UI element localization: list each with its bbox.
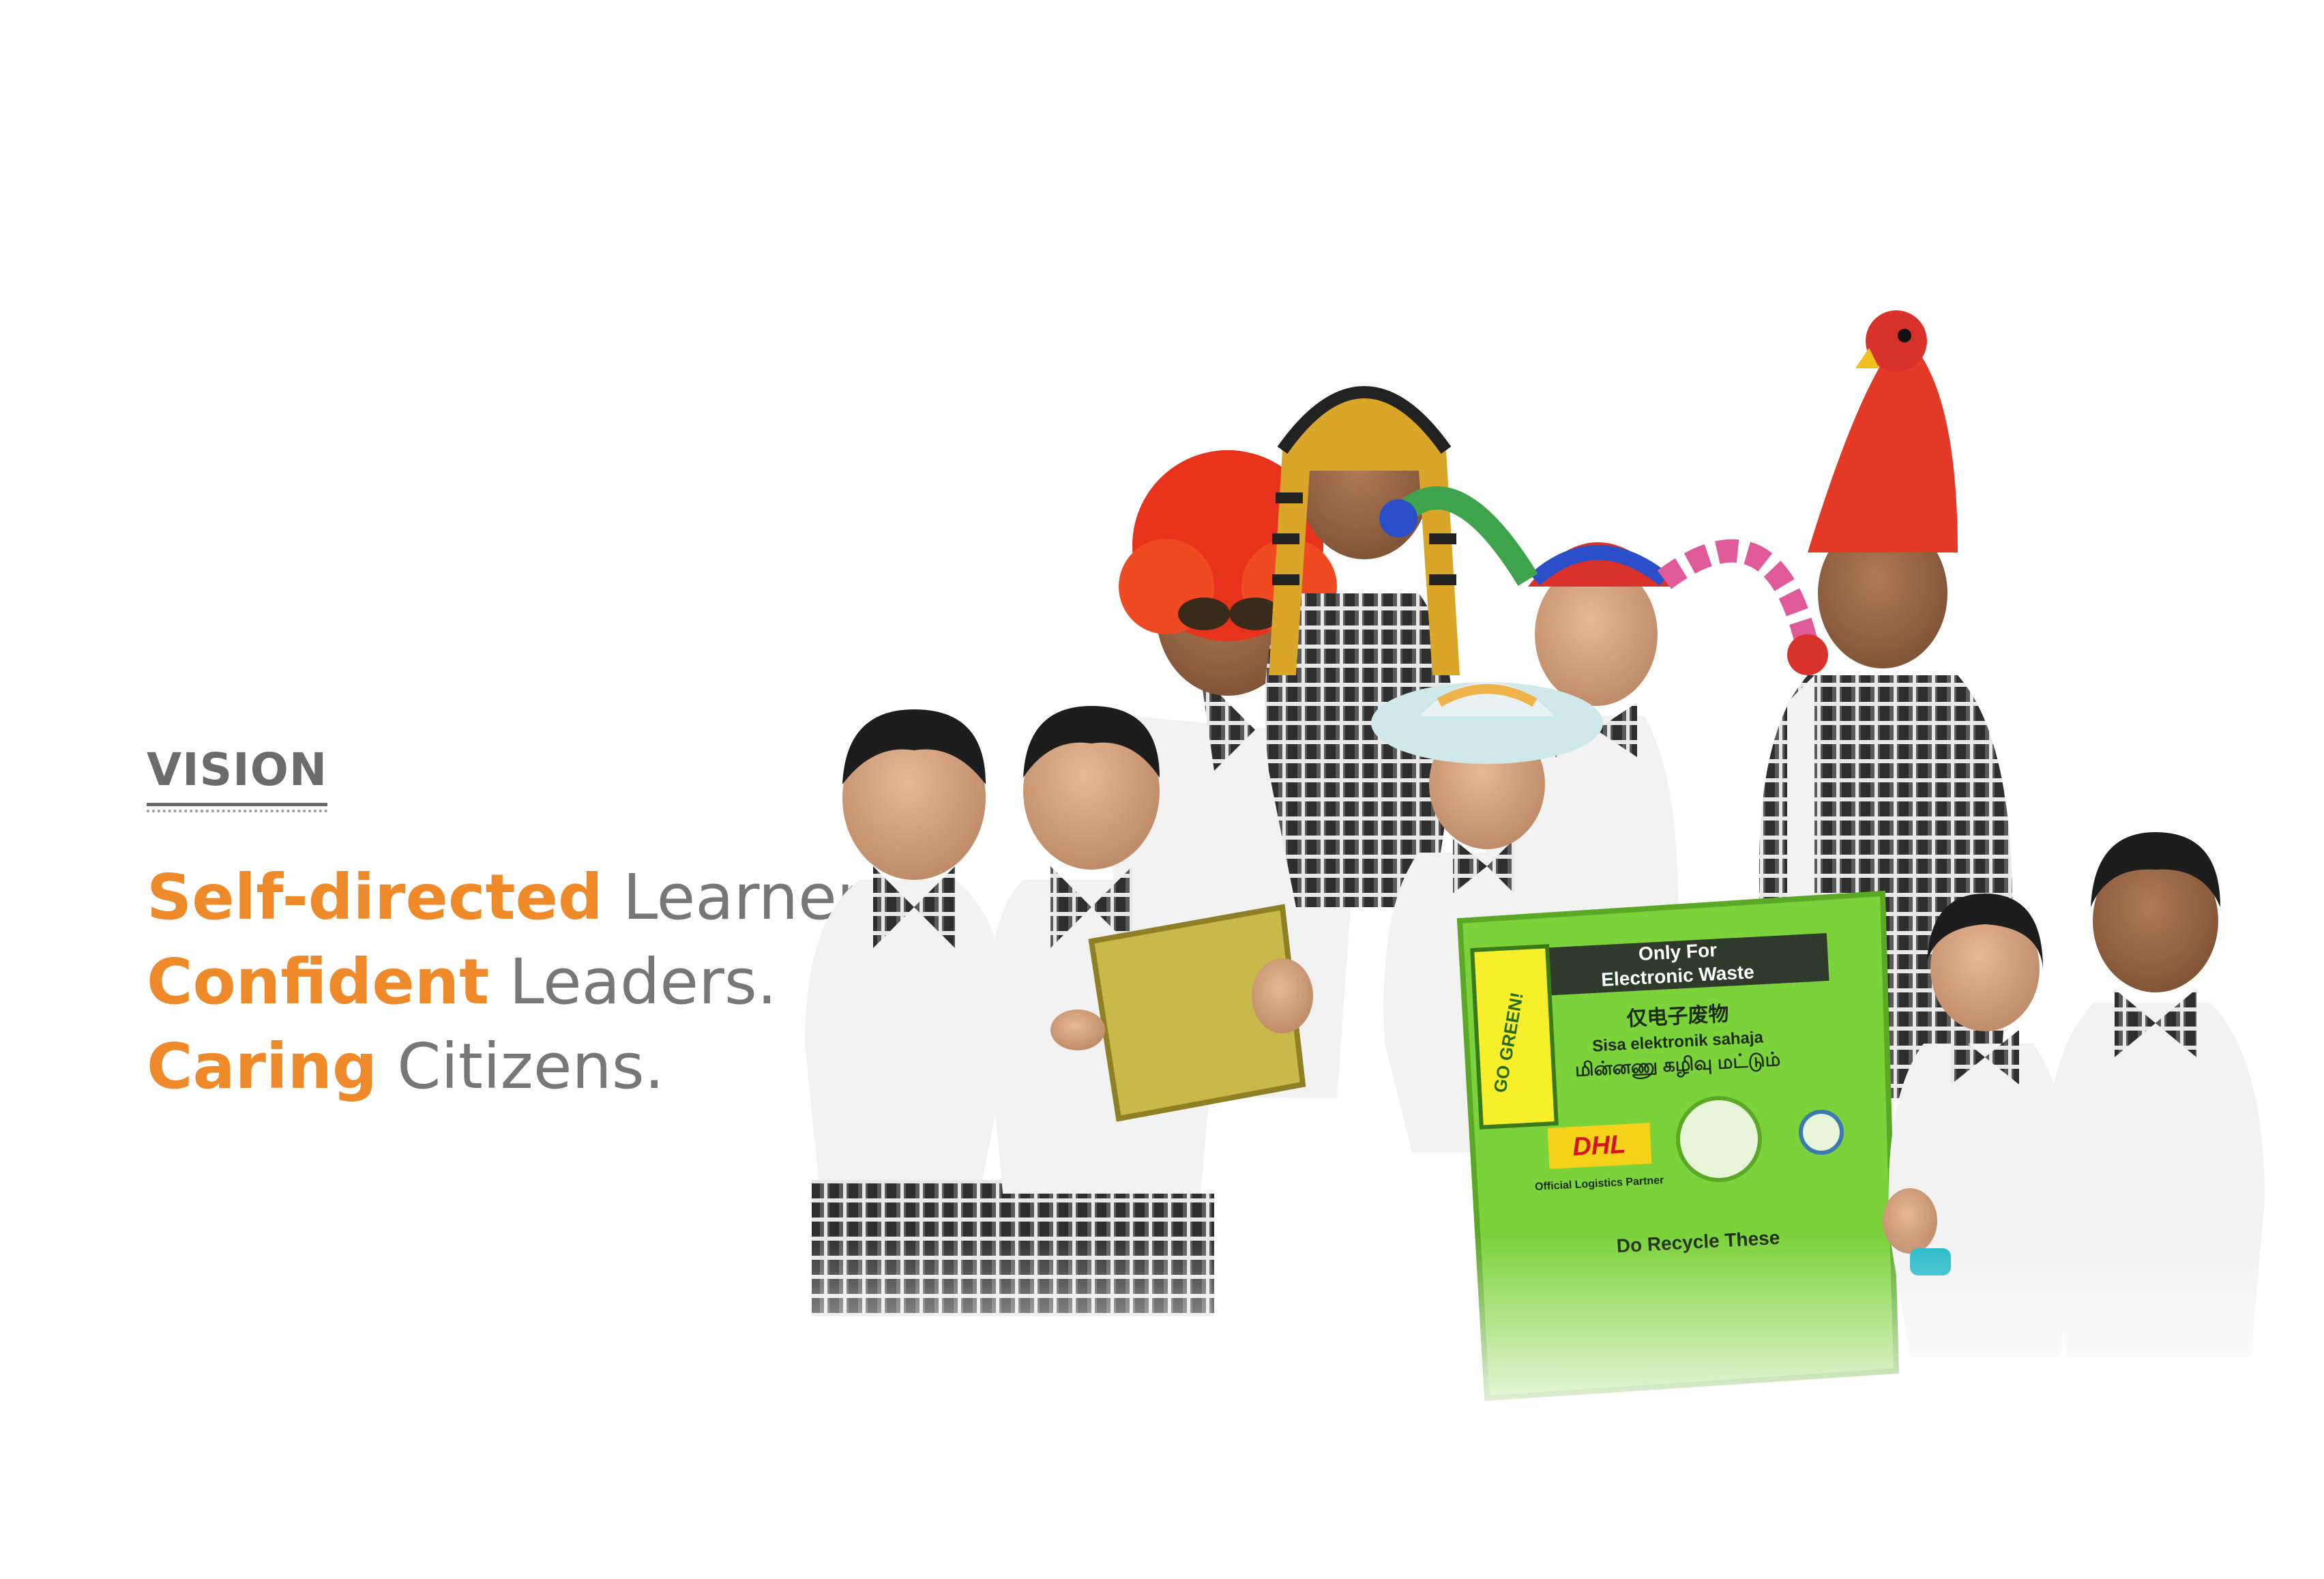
tagline-accent: Self-directed <box>147 861 603 934</box>
student-pharaoh-hat <box>1265 386 1460 907</box>
bin-slot-label-1: Only For <box>1638 939 1718 964</box>
bin-dhl-logo: DHL <box>1572 1130 1626 1162</box>
tagline-accent: Confident <box>147 945 490 1018</box>
students-photo: Only For Electronic Waste 仅电子废物 Sisa ele… <box>600 293 2292 1439</box>
students-group-photo-icon: Only For Electronic Waste 仅电子废物 Sisa ele… <box>600 310 2292 1439</box>
vision-heading: VISION <box>147 743 328 812</box>
recycle-icon <box>1676 1096 1762 1182</box>
page: VISION Self-directed Learners. Confident… <box>0 0 2324 1579</box>
partner-logo-icon <box>1799 1110 1844 1155</box>
tagline-accent: Caring <box>147 1030 377 1103</box>
